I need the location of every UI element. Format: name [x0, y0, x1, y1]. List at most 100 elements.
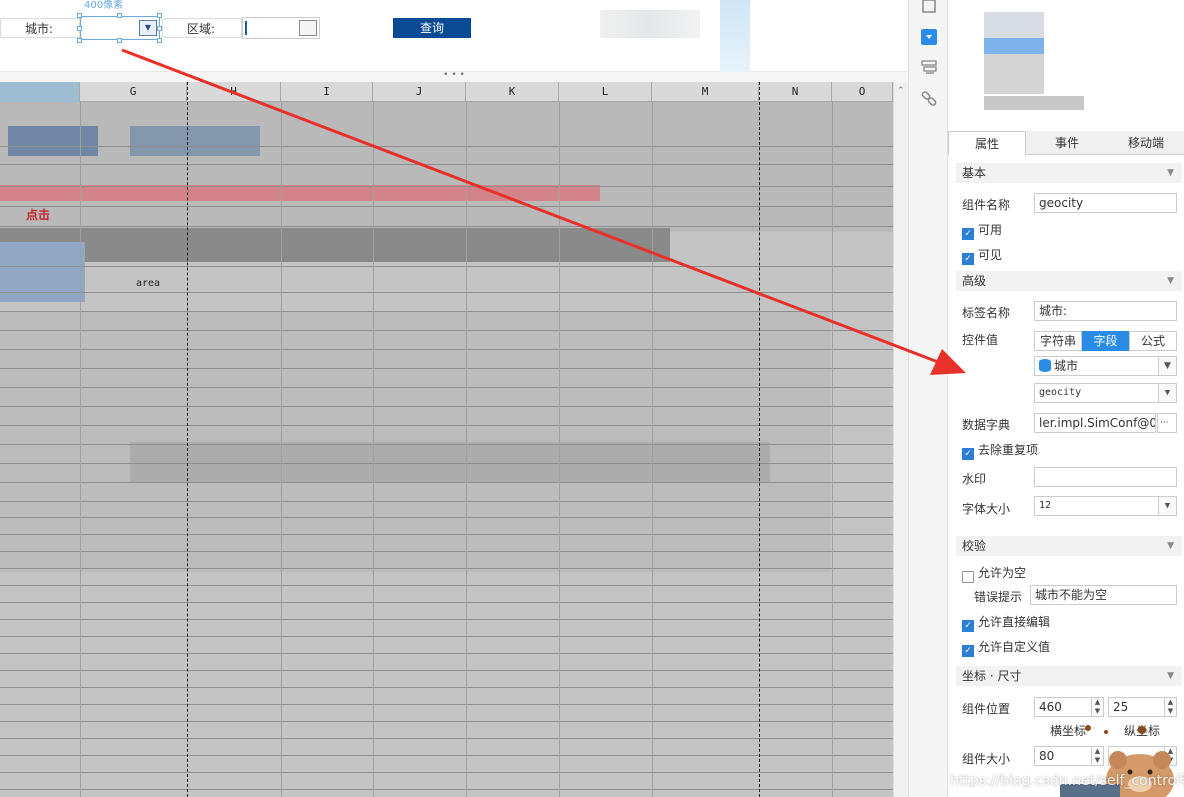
pos-x-value: 460: [1039, 700, 1062, 714]
city-combo-widget[interactable]: ▼: [80, 16, 160, 40]
page-break-line: [187, 82, 188, 797]
width-value: 80: [1039, 749, 1055, 763]
query-button[interactable]: 查询: [393, 18, 471, 38]
cell-text[interactable]: area: [136, 278, 160, 289]
position-label: 组件位置: [962, 702, 1011, 716]
enabled-checkbox[interactable]: ✓ 可用: [962, 222, 1003, 240]
dataset-value: 城市: [1054, 359, 1079, 373]
pos-x-input[interactable]: 460 ▲ ▼: [1034, 697, 1104, 717]
column-header[interactable]: M: [652, 82, 759, 102]
watermark-text: https://blog.csdn.net/self_control客: [950, 773, 1184, 789]
dedupe-checkbox[interactable]: ✓ 去除重复项: [962, 442, 1038, 460]
checkbox-checked-icon[interactable]: ✓: [962, 448, 974, 460]
section-coordinates[interactable]: 坐标 · 尺寸 ▼: [956, 666, 1182, 686]
allow-empty-checkbox[interactable]: ✓ 允许为空: [962, 565, 1026, 583]
link-icon[interactable]: [920, 90, 938, 108]
spinner-icon[interactable]: ▲▼: [1164, 698, 1176, 716]
label-name-label: 标签名称: [962, 306, 1011, 320]
area-label[interactable]: 区域:: [162, 18, 242, 38]
page-icon[interactable]: [920, 0, 938, 18]
cell-red-text[interactable]: 点击: [26, 206, 50, 223]
dropdown-arrow-icon[interactable]: ▼: [139, 20, 157, 36]
resize-handle[interactable]: [117, 13, 122, 18]
text-caret: [245, 21, 247, 35]
widget-preview: [948, 0, 1184, 130]
allow-edit-checkbox[interactable]: ✓ 允许直接编辑: [962, 614, 1050, 632]
label-name-input[interactable]: 城市:: [1034, 301, 1177, 321]
section-title: 基本: [962, 166, 987, 180]
error-tip-input[interactable]: 城市不能为空: [1030, 585, 1177, 605]
allow-custom-checkbox[interactable]: ✓ 允许自定义值: [962, 639, 1051, 657]
column-header[interactable]: G: [80, 82, 187, 102]
parameter-panel: 城市: ▼ 400像素 区域: 查询: [0, 0, 908, 80]
enabled-label: 可用: [978, 223, 1003, 237]
tree-dropdown-icon[interactable]: [299, 20, 317, 36]
chevron-down-icon[interactable]: ▼: [1167, 536, 1174, 556]
checkbox-checked-icon[interactable]: ✓: [962, 620, 974, 632]
spreadsheet-grid[interactable]: G H I J K L M N O 点击 area: [0, 82, 893, 797]
data-dict-label: 数据字典: [962, 418, 1011, 432]
mode-field-button[interactable]: 字段: [1082, 331, 1129, 351]
visible-checkbox[interactable]: ✓ 可见: [962, 247, 1002, 265]
checkbox-checked-icon[interactable]: ✓: [962, 645, 974, 657]
section-validation[interactable]: 校验 ▼: [956, 536, 1182, 556]
chevron-down-icon[interactable]: ▼: [1158, 497, 1176, 515]
control-value-label: 控件值: [962, 333, 999, 347]
blurred-region: [600, 10, 700, 38]
widget-settings-icon[interactable]: [920, 28, 938, 46]
widget-name-input[interactable]: geocity: [1034, 193, 1177, 213]
column-header[interactable]: [0, 82, 80, 102]
tab-mobile[interactable]: 移动端: [1108, 131, 1184, 155]
layers-icon[interactable]: [920, 58, 938, 76]
chevron-down-icon[interactable]: ▼: [1158, 357, 1176, 375]
section-basic[interactable]: 基本 ▼: [956, 163, 1182, 183]
chevron-up-icon[interactable]: ⌃: [897, 86, 905, 96]
vertical-scrollbar[interactable]: ⌃: [893, 82, 908, 797]
column-header[interactable]: O: [832, 82, 893, 102]
chevron-down-icon[interactable]: ▼: [1167, 271, 1174, 291]
checkbox-unchecked-icon[interactable]: ✓: [962, 571, 974, 583]
font-size-value: 12: [1039, 500, 1052, 511]
mode-formula-button[interactable]: 公式: [1129, 331, 1177, 351]
section-advanced[interactable]: 高级 ▼: [956, 271, 1182, 291]
resize-handle[interactable]: [117, 38, 122, 43]
resize-handle[interactable]: [77, 26, 82, 31]
column-header[interactable]: L: [559, 82, 652, 102]
section-title: 校验: [962, 539, 987, 553]
column-header[interactable]: N: [759, 82, 832, 102]
font-size-label: 字体大小: [962, 502, 1011, 516]
column-header[interactable]: I: [281, 82, 373, 102]
column-header[interactable]: K: [466, 82, 559, 102]
spinner-icon[interactable]: ▲▼: [1091, 698, 1103, 716]
allow-custom-label: 允许自定义值: [978, 640, 1051, 654]
grid-body[interactable]: 点击 area: [0, 82, 893, 797]
city-label[interactable]: 城市:: [0, 18, 80, 38]
pos-y-input[interactable]: 25 ▲ ▼: [1108, 697, 1177, 717]
column-header[interactable]: H: [187, 82, 281, 102]
chevron-down-icon[interactable]: ▼: [1167, 163, 1174, 183]
blurred-region: [0, 228, 670, 262]
area-combo-widget[interactable]: [242, 17, 320, 39]
font-size-select[interactable]: 12 ▼: [1034, 496, 1177, 516]
resize-handle[interactable]: [77, 13, 82, 18]
data-dict-input[interactable]: ler.impl.SimConf@0]]: [1034, 413, 1156, 433]
dataset-select[interactable]: 城市 ▼: [1034, 356, 1177, 376]
chevron-down-icon[interactable]: ▼: [1158, 384, 1176, 402]
tool-strip: [908, 0, 948, 797]
checkbox-checked-icon[interactable]: ✓: [962, 228, 974, 240]
field-value: geocity: [1039, 387, 1082, 398]
mode-string-button[interactable]: 字符串: [1034, 331, 1082, 351]
chevron-down-icon[interactable]: ▼: [1167, 666, 1174, 686]
checkbox-checked-icon[interactable]: ✓: [962, 253, 974, 265]
blurred-region: [720, 0, 750, 80]
more-button[interactable]: ···: [1157, 413, 1177, 433]
resize-handle[interactable]: [157, 38, 162, 43]
tab-events[interactable]: 事件: [1028, 131, 1106, 155]
field-select[interactable]: geocity ▼: [1034, 383, 1177, 403]
resize-handle[interactable]: [77, 38, 82, 43]
watermark-input[interactable]: [1034, 467, 1177, 487]
column-header[interactable]: J: [373, 82, 466, 102]
tab-properties[interactable]: 属性: [948, 131, 1026, 155]
panel-splitter[interactable]: • • •: [0, 71, 908, 82]
watermark-label: 水印: [962, 472, 987, 486]
